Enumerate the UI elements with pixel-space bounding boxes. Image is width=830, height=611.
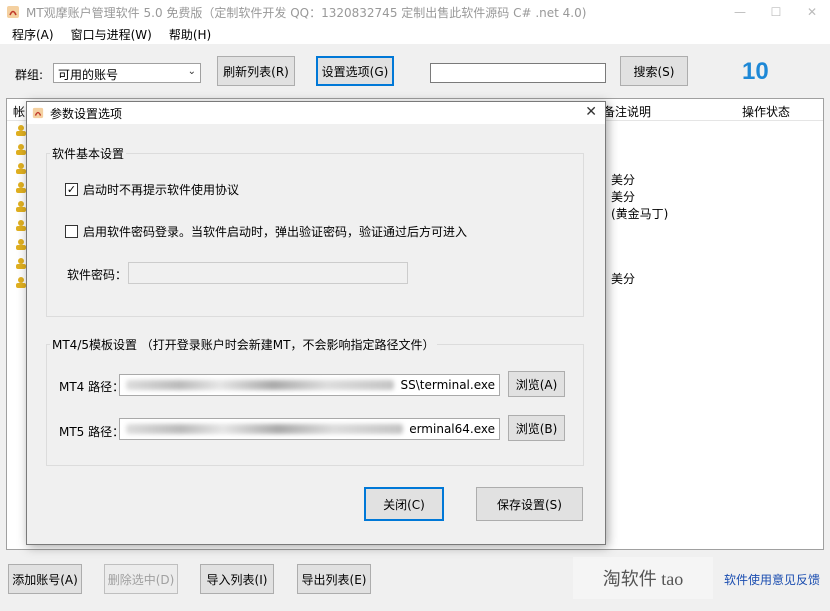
- column-note[interactable]: 备注说明: [603, 103, 651, 120]
- window-title: MT观摩账户管理软件 5.0 免费版（定制软件开发 QQ：1320832745 …: [26, 5, 587, 20]
- bottom-bar: 添加账号(A) 删除选中(D) 导入列表(I) 导出列表(E) 淘软件 tao …: [0, 556, 830, 611]
- settings-dialog: 参数设置选项 ✕ 软件基本设置 ✓ 启动时不再提示软件使用协议 启用软件密码登录…: [26, 101, 606, 545]
- chevron-down-icon: ⌄: [187, 66, 196, 77]
- mt4-path-input[interactable]: SS\terminal.exe: [119, 374, 500, 396]
- account-count: 10: [742, 58, 769, 85]
- password-label: 软件密码：: [67, 268, 128, 282]
- mt4-browse-button[interactable]: 浏览(A): [508, 371, 565, 397]
- import-list-button[interactable]: 导入列表(I): [200, 564, 274, 594]
- dialog-title: 参数设置选项: [50, 106, 123, 121]
- password-input[interactable]: [128, 262, 408, 284]
- column-status[interactable]: 操作状态: [742, 103, 790, 120]
- checkbox-checked-icon: ✓: [65, 183, 78, 196]
- mt4-path-label: MT4 路径：: [59, 380, 125, 394]
- brand-text: 淘软件 tao: [602, 569, 684, 589]
- save-settings-button[interactable]: 保存设置(S): [476, 487, 583, 521]
- refresh-list-button[interactable]: 刷新列表(R): [217, 56, 295, 86]
- menu-help[interactable]: 帮助(H): [169, 26, 211, 43]
- dialog-titlebar: 参数设置选项 ✕: [27, 102, 605, 124]
- window-titlebar: MT观摩账户管理软件 5.0 免费版（定制软件开发 QQ：1320832745 …: [0, 0, 830, 24]
- password-login-checkbox[interactable]: 启用软件密码登录。当软件启动时，弹出验证密码，验证通过后方可进入: [65, 223, 467, 240]
- app-icon: [7, 6, 19, 18]
- close-icon[interactable]: ✕: [585, 104, 597, 120]
- row-note: 美分: [611, 272, 636, 286]
- delete-selected-button[interactable]: 删除选中(D): [104, 564, 178, 594]
- no-agreement-checkbox[interactable]: ✓ 启动时不再提示软件使用协议: [65, 181, 239, 198]
- checkbox-unchecked-icon: [65, 225, 78, 238]
- add-account-button[interactable]: 添加账号(A): [8, 564, 82, 594]
- search-input[interactable]: [430, 63, 606, 83]
- template-settings-group: [46, 344, 584, 466]
- feedback-link[interactable]: 软件使用意见反馈: [724, 571, 820, 588]
- password-login-label: 启用软件密码登录。当软件启动时，弹出验证密码，验证通过后方可进入: [83, 225, 468, 239]
- row-note: 美分: [611, 190, 636, 204]
- mt5-browse-button[interactable]: 浏览(B): [508, 415, 565, 441]
- menubar: 程序(A) 窗口与进程(W) 帮助(H): [0, 24, 830, 44]
- redacted-path: [126, 380, 395, 390]
- no-agreement-label: 启动时不再提示软件使用协议: [83, 183, 240, 197]
- close-button[interactable]: 关闭(C): [364, 487, 444, 521]
- group-select-value: 可用的账号: [58, 68, 119, 82]
- row-note: (黄金马丁): [611, 207, 669, 221]
- row-note: 美分: [611, 173, 636, 187]
- basic-settings-label: 软件基本设置: [50, 145, 127, 162]
- settings-button[interactable]: 设置选项(G): [316, 56, 394, 86]
- menu-program[interactable]: 程序(A): [12, 26, 54, 43]
- column-account[interactable]: 帐: [13, 103, 25, 120]
- mt5-path-input[interactable]: erminal64.exe: [119, 418, 500, 440]
- minimize-icon[interactable]: —: [722, 0, 758, 24]
- maximize-icon[interactable]: ☐: [758, 0, 794, 24]
- brand-logo: 淘软件 tao: [573, 557, 713, 599]
- menu-window-process[interactable]: 窗口与进程(W): [71, 26, 152, 43]
- search-button[interactable]: 搜索(S): [620, 56, 688, 86]
- export-list-button[interactable]: 导出列表(E): [297, 564, 371, 594]
- toolbar: 群组: 可用的账号 ⌄ 刷新列表(R) 设置选项(G) 搜索(S) 10: [0, 44, 830, 98]
- redacted-path: [126, 424, 404, 434]
- app-icon: [32, 107, 44, 119]
- close-icon[interactable]: ✕: [794, 0, 830, 24]
- group-select[interactable]: 可用的账号 ⌄: [53, 63, 201, 83]
- mt4-path-value: SS\terminal.exe: [400, 378, 495, 392]
- template-settings-label: MT4/5模板设置 （打开登录账户时会新建MT，不会影响指定路径文件）: [50, 336, 437, 353]
- mt5-path-label: MT5 路径：: [59, 425, 125, 439]
- mt5-path-value: erminal64.exe: [409, 422, 495, 436]
- group-label: 群组:: [15, 68, 44, 82]
